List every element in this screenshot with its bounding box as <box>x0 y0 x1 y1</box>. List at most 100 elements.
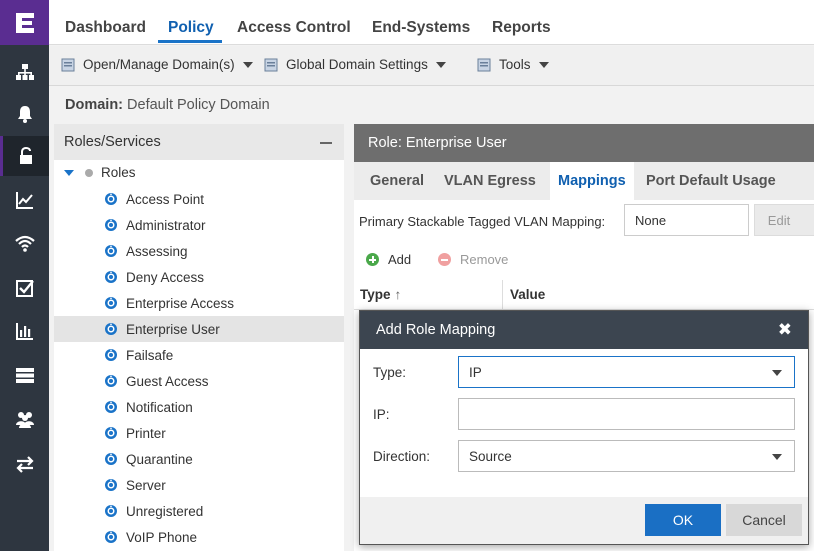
role-title: Role: Enterprise User <box>368 135 507 151</box>
role-icon <box>105 375 117 387</box>
column-type-label: Type <box>360 287 391 302</box>
tab-policy[interactable]: Policy <box>168 19 214 37</box>
global-domain-settings-label: Global Domain Settings <box>286 57 428 72</box>
column-divider <box>502 280 503 310</box>
tab-reports[interactable]: Reports <box>492 19 551 37</box>
column-type[interactable]: Type ↑ <box>360 287 401 302</box>
direction-select[interactable]: Source <box>458 440 795 472</box>
tree-item-label: Deny Access <box>126 269 205 285</box>
role-tabs: General VLAN Egress Mappings Port Defaul… <box>354 162 814 200</box>
type-select[interactable]: IP <box>458 356 795 388</box>
domain-bar: Domain: Default Policy Domain <box>49 87 814 124</box>
chevron-down-icon <box>538 62 549 68</box>
domain-icon <box>61 58 75 71</box>
tree-item-label: Guest Access <box>126 373 209 389</box>
remove-mapping-button[interactable]: Remove <box>438 252 508 267</box>
close-icon[interactable]: ✖ <box>778 320 792 340</box>
tree-root-label: Roles <box>101 165 136 180</box>
active-tab-indicator <box>158 40 222 43</box>
tree-item-label: Enterprise User <box>126 321 220 337</box>
role-icon <box>105 505 117 517</box>
tree-item-role[interactable]: Failsafe <box>54 342 344 368</box>
dialog-title: Add Role Mapping <box>376 322 496 338</box>
tab-end-systems[interactable]: End-Systems <box>372 19 470 37</box>
open-manage-domains-label: Open/Manage Domain(s) <box>83 57 235 72</box>
wifi-icon[interactable] <box>0 223 49 263</box>
hierarchy-icon[interactable] <box>0 52 49 92</box>
tools-label: Tools <box>499 57 531 72</box>
tree-item-role[interactable]: Deny Access <box>54 264 344 290</box>
lock-icon[interactable] <box>0 136 49 176</box>
ok-button[interactable]: OK <box>645 504 721 536</box>
add-icon <box>366 253 379 266</box>
type-label: Type: <box>373 365 407 380</box>
tab-dashboard[interactable]: Dashboard <box>65 19 146 37</box>
open-manage-domains-menu[interactable]: Open/Manage Domain(s) <box>61 57 253 72</box>
add-mapping-button[interactable]: Add <box>366 252 411 267</box>
tree-item-role[interactable]: VoIP Phone <box>54 524 344 550</box>
chevron-down-icon[interactable] <box>772 370 782 376</box>
tab-port-default-usage[interactable]: Port Default Usage <box>638 162 784 200</box>
server-icon[interactable] <box>0 355 49 395</box>
tree-item-role[interactable]: Enterprise User <box>54 316 344 342</box>
top-nav: Dashboard Policy Access Control End-Syst… <box>49 0 814 45</box>
tools-icon <box>477 58 491 71</box>
toolbar: Open/Manage Domain(s) Global Domain Sett… <box>49 46 814 86</box>
cancel-button[interactable]: Cancel <box>726 504 802 536</box>
chevron-down-icon <box>435 62 446 68</box>
tree-item-role[interactable]: Quarantine <box>54 446 344 472</box>
column-value[interactable]: Value <box>510 287 545 302</box>
tree-item-label: Failsafe <box>126 347 174 363</box>
role-icon <box>105 531 117 543</box>
collapse-icon[interactable] <box>320 142 332 144</box>
mappings-table-header: Type ↑ Value <box>354 280 814 310</box>
add-label: Add <box>388 252 412 267</box>
tree-item-label: Administrator <box>126 217 206 233</box>
vlan-mapping-field[interactable]: None <box>624 204 749 236</box>
tree-item-label: Enterprise Access <box>126 295 235 311</box>
tree-item-role[interactable]: Unregistered <box>54 498 344 524</box>
transfer-icon[interactable] <box>0 444 49 484</box>
tree-item-role[interactable]: Administrator <box>54 212 344 238</box>
ip-input[interactable] <box>458 398 795 430</box>
tools-menu[interactable]: Tools <box>477 57 549 72</box>
tab-mappings[interactable]: Mappings <box>550 162 634 200</box>
tree-item-role[interactable]: Printer <box>54 420 344 446</box>
role-icon <box>105 219 117 231</box>
expand-arrow-icon[interactable] <box>64 169 74 176</box>
bell-icon[interactable] <box>0 94 49 134</box>
roles-services-panel: Roles/Services Roles Access Point Adminis… <box>54 124 344 551</box>
users-icon[interactable] <box>0 399 49 439</box>
direction-label: Direction: <box>373 449 431 464</box>
settings-doc-icon <box>264 58 278 71</box>
tab-vlan-egress[interactable]: VLAN Egress <box>436 162 544 200</box>
remove-label: Remove <box>460 252 509 267</box>
dialog-footer: OK Cancel <box>360 497 808 544</box>
tree-item-role[interactable]: Enterprise Access <box>54 290 344 316</box>
tree-item-label: Assessing <box>126 243 188 259</box>
domain-value: Default Policy Domain <box>127 97 270 113</box>
chevron-down-icon[interactable] <box>772 454 782 460</box>
chart-line-icon[interactable] <box>0 180 49 220</box>
logo-icon[interactable] <box>0 0 49 45</box>
role-icon <box>105 427 117 439</box>
tree-item-role[interactable]: Notification <box>54 394 344 420</box>
checkbox-icon[interactable] <box>0 268 49 308</box>
role-icon <box>105 193 117 205</box>
tree-item-role[interactable]: Guest Access <box>54 368 344 394</box>
domain-label: Domain: <box>65 97 123 113</box>
tree-root-roles[interactable]: Roles <box>64 165 136 180</box>
global-domain-settings-menu[interactable]: Global Domain Settings <box>264 57 446 72</box>
roles-services-title: Roles/Services <box>64 134 161 150</box>
tab-access-control[interactable]: Access Control <box>237 19 351 37</box>
edit-button[interactable]: Edit <box>754 204 814 236</box>
role-icon <box>105 453 117 465</box>
tree-item-role[interactable]: Access Point <box>54 186 344 212</box>
tree-item-role[interactable]: Server <box>54 472 344 498</box>
folder-dot-icon <box>85 168 93 177</box>
bar-chart-icon[interactable] <box>0 311 49 351</box>
ip-label: IP: <box>373 407 390 422</box>
tree-item-role[interactable]: Assessing <box>54 238 344 264</box>
tab-general[interactable]: General <box>362 162 432 200</box>
sort-ascending-icon[interactable]: ↑ <box>395 287 402 302</box>
